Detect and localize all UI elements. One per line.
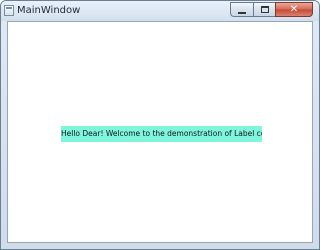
title-bar[interactable]: MainWindow ✕: [1, 1, 319, 21]
close-icon: ✕: [289, 4, 299, 15]
maximize-icon: [261, 6, 269, 13]
close-button[interactable]: ✕: [275, 2, 313, 17]
window-content-area: Hello Dear! Welcome to the demonstration…: [7, 21, 313, 243]
welcome-label: Hello Dear! Welcome to the demonstration…: [61, 126, 262, 142]
window-icon[interactable]: [4, 5, 14, 16]
caption-buttons: ✕: [230, 2, 313, 18]
window-title: MainWindow: [17, 5, 81, 16]
main-window: MainWindow ✕ Hello Dear! Welcome to the …: [0, 0, 320, 250]
maximize-button[interactable]: [253, 2, 275, 17]
minimize-icon: [238, 12, 246, 14]
minimize-button[interactable]: [230, 2, 253, 17]
